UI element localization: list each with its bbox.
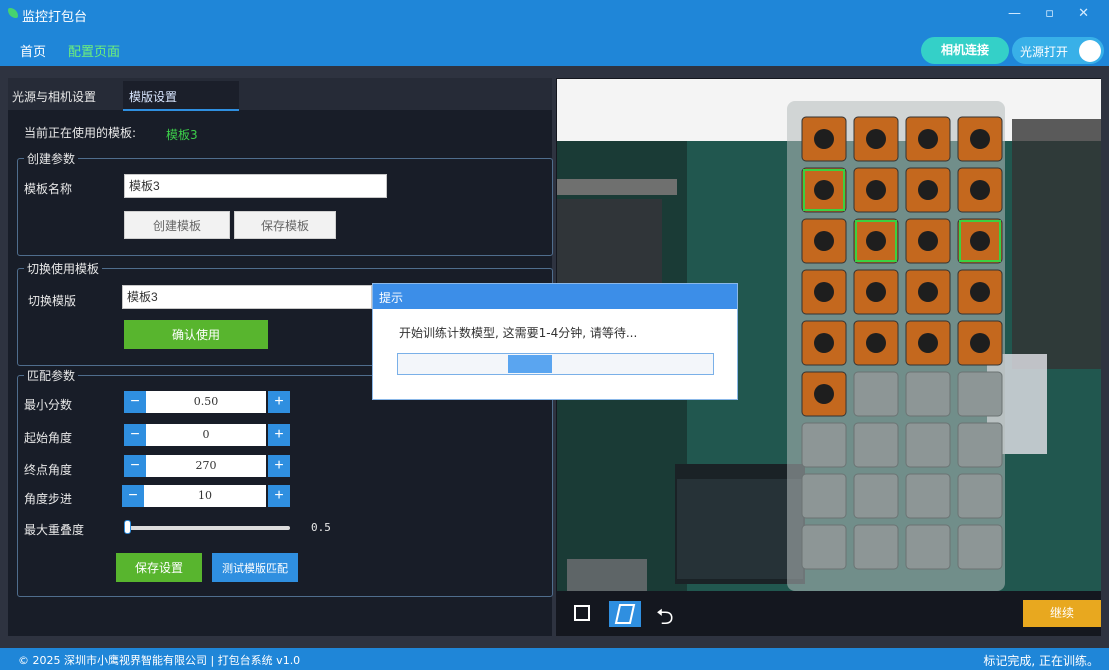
tray-cell-empty: [957, 524, 1003, 570]
max-overlap-value: 0.5: [311, 521, 331, 534]
tray-cell-empty: [853, 371, 899, 417]
copyright-text: © 2025 深圳市小鹰视界智能有限公司 | 打包台系统 v1.0: [18, 654, 301, 667]
max-overlap-slider[interactable]: [126, 526, 290, 530]
undo-icon[interactable]: ⮌: [656, 600, 674, 638]
camera-module: [918, 180, 938, 200]
camera-module: [918, 129, 938, 149]
min-score-value[interactable]: 0.50: [146, 391, 266, 413]
start-angle-label: 起始角度: [24, 431, 73, 445]
rectangle-tool-icon[interactable]: [574, 605, 590, 621]
title-bar: [0, 0, 1109, 36]
toggle-knob: [1079, 40, 1101, 62]
tab-light-camera[interactable]: 光源与相机设置: [12, 88, 96, 105]
start-angle-value[interactable]: 0: [146, 424, 266, 446]
switch-template-label: 切换模版: [28, 294, 77, 308]
minus-icon[interactable]: −: [124, 424, 146, 446]
create-template-button[interactable]: 创建模板: [124, 211, 230, 239]
min-score-label: 最小分数: [24, 398, 73, 412]
template-name-input[interactable]: [124, 174, 387, 198]
confirm-use-button[interactable]: 确认使用: [124, 320, 268, 349]
camera-module: [866, 129, 886, 149]
dialog-title: 提示: [379, 291, 404, 305]
tab-template[interactable]: 模版设置: [123, 81, 239, 111]
tray-cell-empty: [801, 473, 847, 519]
minus-icon[interactable]: −: [122, 485, 144, 507]
camera-module: [814, 231, 834, 251]
switch-template-title: 切换使用模板: [24, 260, 103, 277]
create-params-group: [17, 158, 553, 256]
tray-cell-empty: [957, 422, 1003, 468]
angle-step-value[interactable]: 10: [144, 485, 266, 507]
create-params-title: 创建参数: [24, 150, 79, 167]
plus-icon[interactable]: +: [268, 391, 290, 413]
camera-module: [970, 282, 990, 302]
max-overlap-label: 最大重叠度: [24, 523, 85, 537]
camera-module: [970, 180, 990, 200]
light-toggle-label: 光源打开: [1020, 45, 1069, 59]
camera-module: [866, 282, 886, 302]
tray-cell-empty: [905, 371, 951, 417]
tray-cell-empty: [905, 524, 951, 570]
test-match-button[interactable]: 测试模版匹配: [212, 553, 298, 582]
tray-cell-empty: [957, 473, 1003, 519]
template-name-label: 模板名称: [24, 182, 73, 196]
tray-cell-empty: [853, 422, 899, 468]
match-params-title: 匹配参数: [24, 367, 79, 384]
camera-module: [866, 180, 886, 200]
end-angle-label: 终点角度: [24, 463, 73, 477]
plus-icon[interactable]: +: [268, 485, 290, 507]
current-template-label: 当前正在使用的模板:: [24, 126, 137, 140]
polygon-shape: [614, 604, 636, 624]
tray-cell-empty: [853, 473, 899, 519]
camera-module: [970, 129, 990, 149]
tray-cell-empty: [905, 422, 951, 468]
status-bar: © 2025 深圳市小鹰视界智能有限公司 | 打包台系统 v1.0 标记完成, …: [0, 648, 1109, 670]
tray-cell-empty: [801, 524, 847, 570]
camera-module: [814, 333, 834, 353]
polygon-tool-icon[interactable]: [609, 601, 641, 627]
slider-handle[interactable]: [124, 520, 131, 534]
dialog-message: 开始训练计数模型, 这需要1-4分钟, 请等待...: [399, 326, 638, 340]
camera-module: [918, 333, 938, 353]
camera-module: [814, 180, 834, 200]
switch-template-input[interactable]: [122, 285, 372, 309]
dialog-header: 提示: [373, 284, 737, 309]
camera-module: [814, 384, 834, 404]
light-source-toggle[interactable]: 光源打开: [1012, 37, 1104, 64]
camera-module: [814, 282, 834, 302]
camera-module: [814, 129, 834, 149]
progress-bar: [397, 353, 714, 375]
save-settings-button[interactable]: 保存设置: [116, 553, 202, 582]
status-text: 标记完成, 正在训练。: [983, 654, 1099, 668]
tray-cell-empty: [905, 473, 951, 519]
camera-module: [918, 282, 938, 302]
minus-icon[interactable]: −: [124, 391, 146, 413]
window-controls[interactable]: — ▫ ✕: [1008, 6, 1099, 21]
progress-chunk: [508, 355, 553, 373]
plus-icon[interactable]: +: [268, 455, 290, 477]
camera-module: [866, 231, 886, 251]
tray-cell-empty: [853, 524, 899, 570]
continue-button[interactable]: 继续: [1023, 600, 1101, 627]
tab-template-label: 模版设置: [129, 90, 178, 104]
camera-module: [866, 333, 886, 353]
save-template-button[interactable]: 保存模板: [234, 211, 336, 239]
end-angle-value[interactable]: 270: [146, 455, 266, 477]
progress-dialog: 提示 开始训练计数模型, 这需要1-4分钟, 请等待...: [372, 283, 738, 400]
menu-item-config[interactable]: 配置页面: [68, 41, 120, 60]
menu-item-home[interactable]: 首页: [20, 41, 46, 60]
tray-cell-empty: [957, 371, 1003, 417]
window-title: 监控打包台: [22, 10, 88, 25]
tray-cell-empty: [801, 422, 847, 468]
plus-icon[interactable]: +: [268, 424, 290, 446]
angle-step-label: 角度步进: [24, 492, 73, 506]
minus-icon[interactable]: −: [124, 455, 146, 477]
camera-module: [970, 333, 990, 353]
camera-connect-button[interactable]: 相机连接: [921, 37, 1009, 64]
current-template-value: 模板3: [166, 128, 198, 142]
camera-module: [918, 231, 938, 251]
camera-module: [970, 231, 990, 251]
